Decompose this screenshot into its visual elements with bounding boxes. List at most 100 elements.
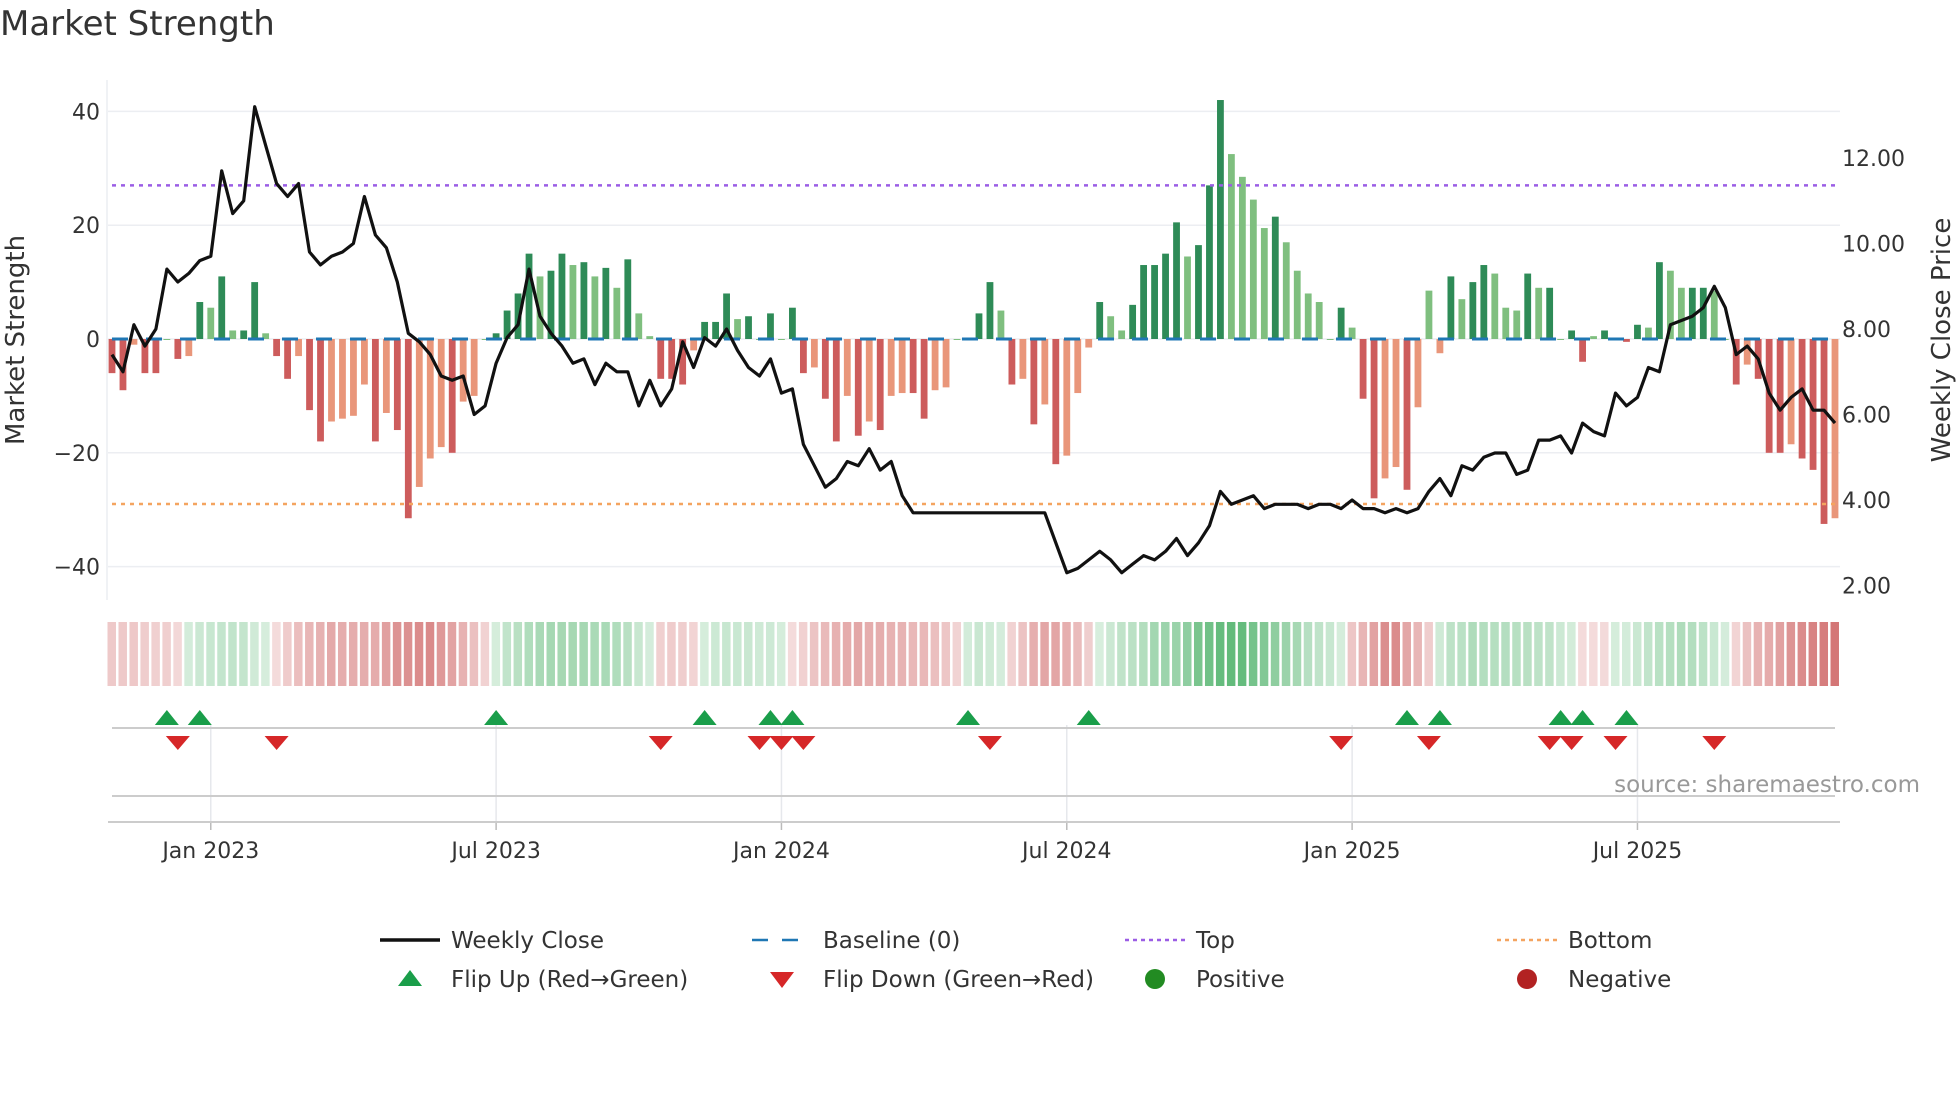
- strength-strip-cell: [1720, 622, 1730, 686]
- strength-bar: [1579, 339, 1586, 362]
- strength-bar: [986, 282, 994, 339]
- flip-down-marker: [1416, 736, 1441, 750]
- legend-item-flip_down: Flip Down (Green→Red): [770, 967, 1094, 993]
- strength-bar: [920, 339, 928, 419]
- strength-strip-cell: [744, 622, 753, 686]
- strength-bar: [1107, 316, 1115, 339]
- flip-down-marker: [977, 736, 1002, 750]
- strength-strip-cell: [1139, 622, 1148, 686]
- strength-bar: [931, 339, 939, 391]
- strength-bar: [1710, 290, 1718, 339]
- strength-strip-cell: [1435, 622, 1444, 686]
- strength-bar: [789, 307, 796, 339]
- strength-bar: [1568, 330, 1576, 339]
- strength-strip-cell: [1358, 622, 1368, 686]
- strength-strip-cell: [195, 622, 204, 686]
- strength-bar: [975, 313, 983, 339]
- strength-strip-cell: [327, 622, 336, 686]
- strength-bar: [854, 339, 862, 436]
- strength-strip-cell: [1534, 622, 1543, 686]
- flip-up-marker: [484, 710, 509, 725]
- strength-strip-cell: [1698, 622, 1708, 686]
- strength-bar: [1118, 330, 1126, 339]
- strength-bar: [1096, 302, 1104, 339]
- strength-strip-cell: [1183, 622, 1192, 686]
- strength-strip-cell: [294, 622, 303, 686]
- strength-bar: [569, 265, 577, 339]
- strength-strip-cell: [1523, 622, 1532, 686]
- flip-down-marker: [264, 736, 289, 750]
- flip-down-marker: [165, 736, 190, 750]
- strength-strip-cell: [228, 622, 237, 686]
- strength-strip-cell: [623, 622, 632, 686]
- strength-bar: [284, 339, 291, 379]
- strength-bar: [1195, 245, 1202, 339]
- legend-item-flip_up: Flip Up (Red→Green): [398, 967, 688, 993]
- strength-bar: [163, 339, 171, 340]
- strength-bar: [229, 330, 237, 339]
- flip-up-marker: [758, 710, 783, 725]
- strength-strip-cell: [776, 622, 786, 686]
- strength-bar: [393, 339, 401, 431]
- strength-strip-cell: [1325, 622, 1335, 686]
- legend-label: Bottom: [1568, 928, 1652, 954]
- strength-strip-cell: [480, 622, 490, 686]
- market-strength-chart: 40 20 0 −20 −40 12.00 10.00 8.00 6.00 4.00 2.00 Mar…: [1, 80, 1957, 993]
- strength-strip-cell: [667, 622, 676, 686]
- strength-strip-cell: [689, 622, 698, 686]
- strength-strip-cell: [996, 622, 1005, 686]
- x-tick-label: Jul 2025: [1591, 839, 1683, 864]
- strength-strip-cell: [1830, 622, 1839, 686]
- strength-strip-cell: [974, 622, 983, 686]
- strength-bar: [295, 339, 302, 357]
- strength-strip-cell: [1161, 622, 1170, 686]
- strength-strip-cell: [184, 622, 193, 686]
- strength-strip-cell: [1413, 622, 1422, 686]
- strength-bar: [152, 339, 160, 374]
- strength-bar: [306, 339, 313, 411]
- strength-bar: [591, 276, 599, 339]
- strength-bar: [1315, 302, 1323, 339]
- strength-bar: [1392, 339, 1400, 468]
- strength-strip-cell: [1764, 622, 1774, 686]
- strength-strip-cell: [1051, 622, 1060, 686]
- source-label: source: sharemaestro.com: [1614, 772, 1920, 798]
- strength-bar: [1173, 222, 1180, 339]
- strength-strip-cell: [1029, 622, 1038, 686]
- strength-strip-cell: [678, 622, 687, 686]
- strength-strip-cell: [1226, 622, 1236, 686]
- strength-strip-cell: [1259, 622, 1269, 686]
- strength-bar: [1348, 327, 1356, 339]
- strength-strip-cell: [1248, 622, 1258, 686]
- strength-strip-cell: [963, 622, 972, 686]
- strength-strip-cell: [1380, 622, 1390, 686]
- strength-strip-cell: [1215, 622, 1225, 686]
- right-tick-label: 2.00: [1842, 575, 1891, 600]
- strength-strip-cell: [283, 622, 292, 686]
- strength-bar: [1217, 100, 1224, 340]
- flip-down-marker: [1537, 736, 1562, 750]
- strength-bar: [767, 313, 774, 339]
- strength-strip-cell: [140, 622, 149, 686]
- strength-strip-cell: [1687, 622, 1697, 686]
- strength-strip-cell: [1556, 622, 1565, 686]
- strength-bar: [1162, 253, 1169, 339]
- strength-bar: [415, 339, 423, 487]
- legend-label: Flip Down (Green→Red): [823, 967, 1094, 993]
- strength-strip-cell: [568, 622, 577, 686]
- strength-bar: [1030, 339, 1038, 425]
- strength-strip-cell: [118, 622, 127, 686]
- strength-strip-cell: [1665, 622, 1675, 686]
- strength-bar: [273, 339, 281, 357]
- strength-bar: [470, 339, 478, 396]
- left-tick-label: 40: [72, 100, 100, 125]
- flip-up-marker: [956, 710, 981, 725]
- strength-bar: [1601, 330, 1608, 339]
- strength-strip-cell: [1786, 622, 1796, 686]
- strength-strip-cell: [645, 622, 654, 686]
- strength-strip-cell: [1709, 622, 1719, 686]
- strength-strip-cell: [359, 622, 369, 686]
- strength-strip-cell: [1654, 622, 1664, 686]
- strength-bar: [558, 253, 566, 339]
- strength-bar: [898, 339, 906, 394]
